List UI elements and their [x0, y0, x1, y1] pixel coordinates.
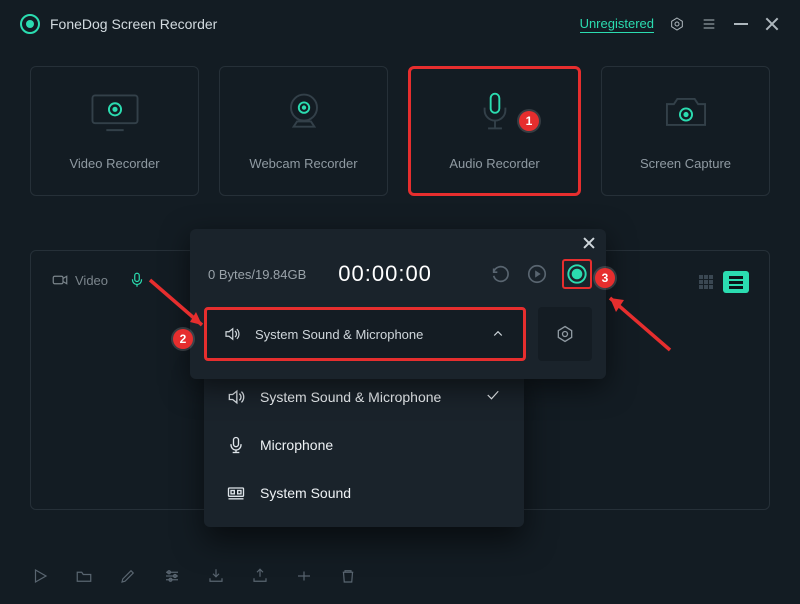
folder-icon[interactable]	[74, 566, 94, 586]
tab-audio[interactable]	[128, 271, 146, 289]
undo-icon[interactable]	[490, 263, 512, 285]
audio-source-dropdown: System Sound & Microphone Microphone Sys…	[204, 366, 524, 527]
audio-source-select[interactable]: System Sound & Microphone	[204, 307, 526, 361]
card-label: Webcam Recorder	[249, 156, 357, 171]
adjust-icon[interactable]	[162, 566, 182, 586]
play-icon[interactable]	[526, 263, 548, 285]
camera-icon	[660, 92, 712, 134]
trash-icon[interactable]	[338, 566, 358, 586]
file-toolbar	[30, 566, 358, 586]
app-logo	[20, 14, 40, 34]
screen-capture-card[interactable]: Screen Capture	[601, 66, 770, 196]
option-label: Microphone	[260, 437, 333, 453]
record-timer: 00:00:00	[338, 261, 432, 287]
audio-recorder-card[interactable]: 1 Audio Recorder	[408, 66, 581, 196]
card-label: Video Recorder	[69, 156, 159, 171]
speaker-icon	[226, 387, 246, 407]
audio-recorder-popup: 0 Bytes/19.84GB 00:00:00 System Sound & …	[190, 229, 606, 379]
app-title: FoneDog Screen Recorder	[50, 16, 217, 32]
dropdown-option-system[interactable]: System Sound	[204, 469, 524, 517]
webcam-recorder-card[interactable]: Webcam Recorder	[219, 66, 388, 196]
dropdown-option-microphone[interactable]: Microphone	[204, 421, 524, 469]
option-label: System Sound & Microphone	[260, 389, 441, 405]
microphone-icon	[469, 92, 521, 134]
popup-close-icon[interactable]	[582, 235, 598, 251]
card-label: Screen Capture	[640, 156, 731, 171]
monitor-icon	[89, 92, 141, 134]
export-icon[interactable]	[250, 566, 270, 586]
check-icon	[484, 386, 502, 407]
tab-video[interactable]: Video	[51, 271, 108, 289]
audio-settings-button[interactable]	[538, 307, 592, 361]
card-label: Audio Recorder	[449, 156, 539, 171]
system-sound-icon	[226, 483, 246, 503]
view-list-button[interactable]	[723, 271, 749, 293]
tab-label: Video	[75, 273, 108, 288]
video-recorder-card[interactable]: Video Recorder	[30, 66, 199, 196]
settings-hex-icon[interactable]	[668, 15, 686, 33]
annotation-badge-3: 3	[595, 268, 615, 288]
import-icon[interactable]	[206, 566, 226, 586]
option-label: System Sound	[260, 485, 351, 501]
microphone-icon	[226, 435, 246, 455]
minimize-icon[interactable]	[732, 15, 750, 33]
annotation-badge-1: 1	[519, 111, 539, 131]
chevron-up-icon	[489, 325, 507, 343]
view-grid-button[interactable]	[693, 271, 719, 293]
webcam-icon	[278, 92, 330, 134]
storage-info: 0 Bytes/19.84GB	[208, 267, 306, 282]
select-label: System Sound & Microphone	[255, 327, 423, 342]
unregistered-link[interactable]: Unregistered	[580, 16, 654, 33]
edit-icon[interactable]	[118, 566, 138, 586]
play-icon[interactable]	[30, 566, 50, 586]
annotation-badge-2: 2	[173, 329, 193, 349]
close-icon[interactable]	[764, 16, 780, 32]
divide-icon[interactable]	[294, 566, 314, 586]
record-button[interactable]	[562, 259, 592, 289]
menu-icon[interactable]	[700, 15, 718, 33]
speaker-icon	[223, 325, 241, 343]
dropdown-option-both[interactable]: System Sound & Microphone	[204, 372, 524, 421]
